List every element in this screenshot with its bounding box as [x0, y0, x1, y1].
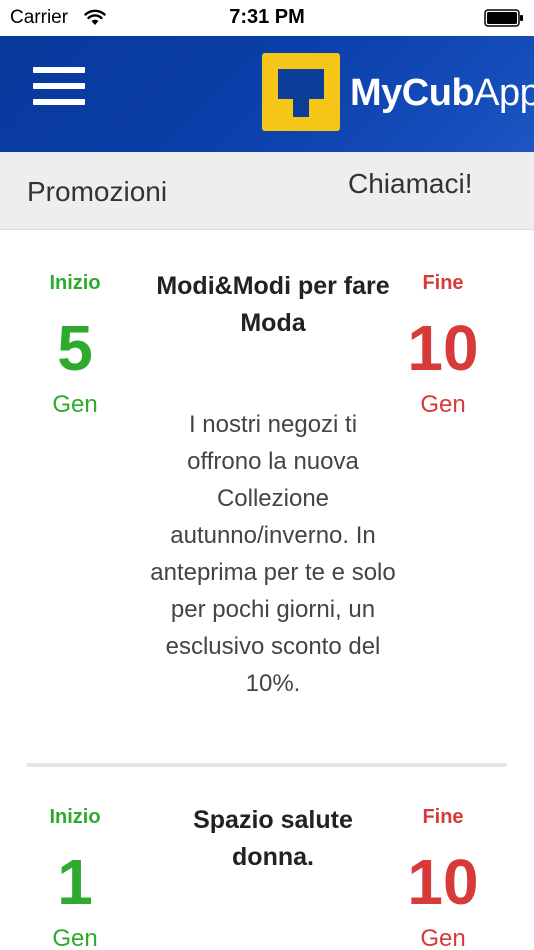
section-title: Promozioni	[27, 176, 168, 207]
app-logo-icon	[262, 53, 340, 131]
sub-navigation-bar: Promozioni Chiamaci!	[0, 152, 534, 230]
app-name: MyCubApp	[350, 72, 534, 114]
app-header: MyCubApp	[0, 36, 534, 152]
status-bar: Carrier 7:31 PM	[0, 0, 534, 36]
start-label: Inizio	[49, 272, 101, 294]
end-date: Fine 10 Gen	[388, 268, 498, 422]
start-date: Inizio 5 Gen	[20, 268, 130, 422]
promotion-content: Spazio salute donna.	[150, 802, 396, 876]
call-button[interactable]: Chiamaci!	[348, 168, 472, 200]
end-day: 10	[407, 312, 479, 384]
start-label: Inizio	[49, 806, 101, 828]
end-label: Fine	[422, 806, 464, 828]
end-month: Gen	[420, 391, 466, 418]
end-date: Fine 10 Gen	[388, 802, 498, 950]
start-date: Inizio 1 Gen	[20, 802, 130, 950]
promotion-description: I nostri negozi ti offrono la nuova Coll…	[150, 411, 396, 697]
end-month: Gen	[420, 925, 466, 950]
start-month: Gen	[52, 925, 98, 950]
menu-icon[interactable]	[33, 67, 85, 105]
start-day: 5	[57, 312, 93, 384]
promotion-card[interactable]: Inizio 5 Gen Modi&Modi per fare Moda I n…	[0, 268, 534, 748]
promotion-title: Spazio salute donna.	[193, 806, 353, 871]
battery-icon	[484, 9, 523, 27]
end-day: 10	[407, 846, 479, 918]
start-month: Gen	[52, 391, 98, 418]
promotion-content: Modi&Modi per fare Moda I nostri negozi …	[150, 268, 396, 702]
start-day: 1	[57, 846, 93, 918]
end-label: Fine	[422, 272, 464, 294]
clock: 7:31 PM	[229, 6, 305, 28]
promotion-title: Modi&Modi per fare Moda	[156, 272, 390, 337]
card-divider	[27, 763, 507, 767]
promotion-card[interactable]: Inizio 1 Gen Spazio salute donna. Fine 1…	[0, 802, 534, 950]
